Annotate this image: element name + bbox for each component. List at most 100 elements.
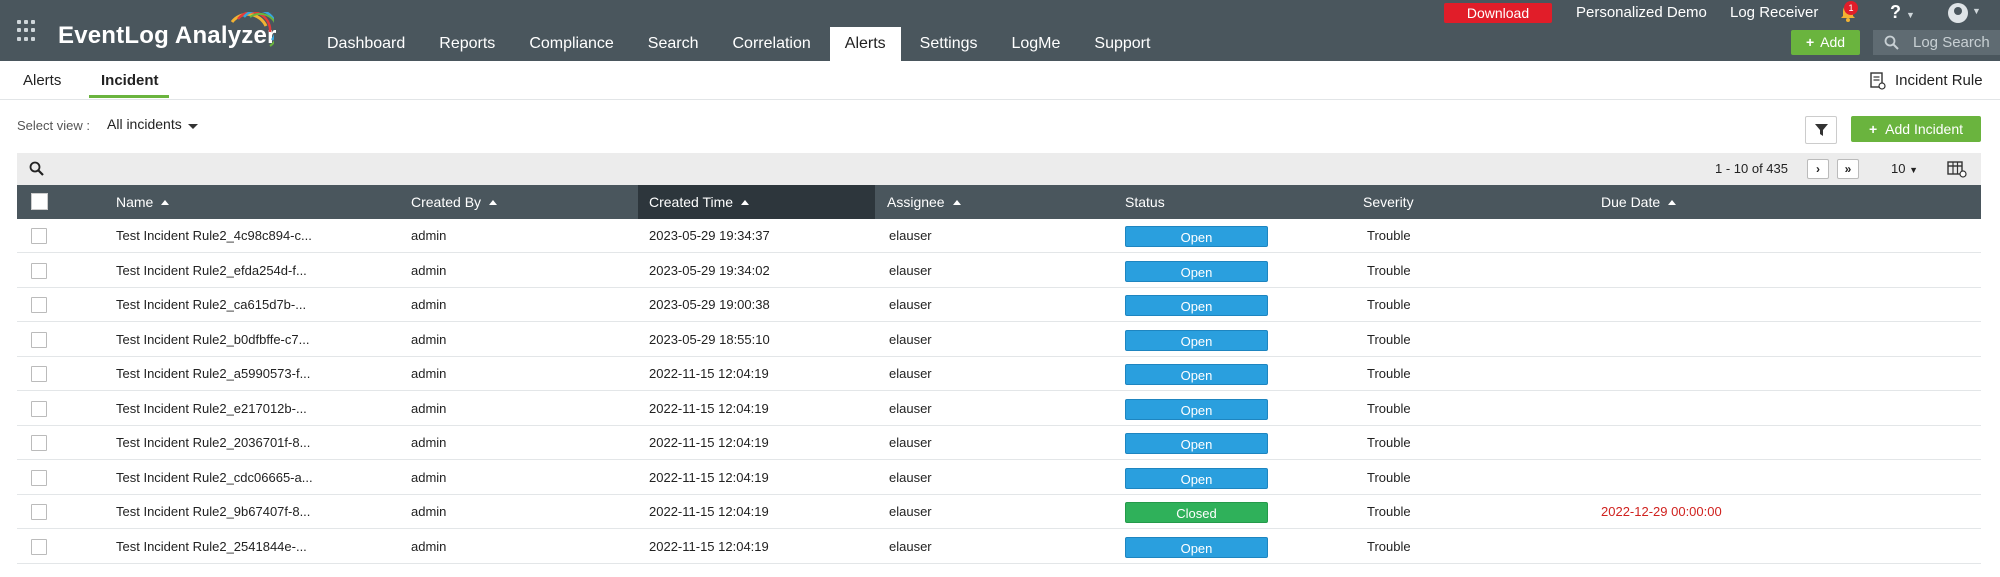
status-badge[interactable]: Open [1125,467,1268,489]
cell-name[interactable]: Test Incident Rule2_efda254d-f... [116,254,307,288]
nav-reports[interactable]: Reports [424,27,510,61]
row-checkbox[interactable] [31,469,47,486]
table-row[interactable]: Test Incident Rule2_2036701f-8... admin 20… [17,426,1981,460]
column-severity[interactable]: Severity [1363,185,1414,219]
row-checkbox[interactable] [31,504,47,520]
table-row[interactable]: Test Incident Rule2_ca615d7b-... admin 202… [17,288,1981,322]
filter-button[interactable] [1805,116,1837,144]
column-due-date-label: Due Date [1601,194,1661,210]
cell-created-time: 2022-11-15 12:04:19 [649,366,769,381]
user-avatar-icon[interactable] [1948,3,1968,23]
table-row[interactable]: Test Incident Rule2_b0dfbffe-c7... admin 2… [17,323,1981,357]
cell-name[interactable]: Test Incident Rule2_cdc06665-a... [116,461,313,495]
personalized-demo-link[interactable]: Personalized Demo [1576,3,1707,23]
nav-dashboard[interactable]: Dashboard [312,27,420,61]
row-checkbox[interactable] [31,435,47,451]
cell-name[interactable]: Test Incident Rule2_a5990573-f... [116,357,310,391]
cell-name[interactable]: Test Incident Rule2_2541844e-... [116,530,307,564]
view-select[interactable]: All incidents [107,116,182,132]
help-icon[interactable]: ? ▼ [1890,2,1915,23]
cell-name[interactable]: Test Incident Rule2_2036701f-8... [116,426,310,460]
chevron-down-icon[interactable] [188,124,198,129]
incident-rule-link[interactable]: Incident Rule [1895,72,1983,89]
row-checkbox[interactable] [31,331,47,348]
status-badge[interactable]: Open [1125,364,1268,385]
chevron-down-icon[interactable]: ▼ [1972,6,1981,16]
table-row[interactable]: Test Incident Rule2_cdc06665-a... admin 20… [17,461,1981,495]
table-row[interactable]: Test Incident Rule2_e217012b-... admin 202… [17,392,1981,426]
row-checkbox[interactable] [31,297,47,313]
nav-compliance[interactable]: Compliance [514,27,628,61]
add-button[interactable]: + Add [1791,30,1860,55]
cell-severity: Trouble [1367,366,1411,381]
per-page-select[interactable]: 10 ▼ [1891,161,1918,176]
tab-incident[interactable]: Incident [101,72,159,89]
cell-created-by: admin [411,297,447,312]
add-incident-label: Add Incident [1885,121,1964,137]
status-badge[interactable]: Closed [1125,502,1268,523]
status-badge[interactable]: Open [1125,260,1268,282]
cell-created-by: admin [411,504,447,519]
status-badge[interactable]: Open [1125,536,1268,558]
download-button[interactable]: Download [1444,3,1552,23]
app-grid-icon[interactable] [17,20,39,42]
tab-alerts[interactable]: Alerts [23,72,61,89]
log-receiver-link[interactable]: Log Receiver [1730,3,1818,23]
column-name[interactable]: Name [116,185,170,219]
column-chooser-icon[interactable] [1947,160,1967,178]
pagination-range: 1 - 10 of 435 [1715,161,1788,176]
status-badge[interactable]: Open [1125,433,1268,454]
cell-name[interactable]: Test Incident Rule2_9b67407f-8... [116,495,310,529]
column-due-date[interactable]: Due Date [1601,185,1677,219]
main-nav: Dashboard Reports Compliance Search Corr… [312,27,1169,61]
row-checkbox[interactable] [31,228,47,244]
row-checkbox[interactable] [31,400,47,417]
column-created-by[interactable]: Created By [411,185,498,219]
table-row[interactable]: Test Incident Rule2_2541844e-... admin 202… [17,530,1981,564]
table-row[interactable]: Test Incident Rule2_efda254d-f... admin 20… [17,254,1981,288]
row-checkbox[interactable] [31,366,47,382]
nav-logme[interactable]: LogMe [996,27,1075,61]
column-created-time[interactable]: Created Time [638,185,875,219]
cell-assignee: elauser [889,504,932,519]
table-row[interactable]: Test Incident Rule2_9b67407f-8... admin 20… [17,495,1981,529]
nav-support[interactable]: Support [1079,27,1165,61]
status-badge[interactable]: Open [1125,226,1268,247]
nav-search[interactable]: Search [633,27,714,61]
select-view-label: Select view : [17,118,90,133]
cell-assignee: elauser [889,366,932,381]
row-checkbox[interactable] [31,538,47,555]
column-status[interactable]: Status [1125,185,1165,219]
next-page-button[interactable]: › [1807,159,1829,179]
document-icon [1870,72,1886,90]
row-checkbox[interactable] [31,262,47,279]
add-incident-button[interactable]: + Add Incident [1851,116,1981,142]
nav-alerts[interactable]: Alerts [829,27,901,61]
search-icon[interactable] [29,161,45,177]
table-toolbar [17,153,1981,185]
nav-settings[interactable]: Settings [905,27,993,61]
help-label: ? [1890,2,1901,22]
status-badge[interactable]: Open [1125,398,1268,420]
logo-arc-icon [230,12,274,47]
cell-name[interactable]: Test Incident Rule2_ca615d7b-... [116,288,306,322]
search-icon [1884,35,1899,50]
cell-created-by: admin [411,331,447,347]
last-page-button[interactable]: » [1837,159,1859,179]
column-assignee[interactable]: Assignee [887,185,961,219]
cell-created-time: 2023-05-29 19:34:37 [649,228,770,243]
cell-assignee: elauser [889,400,932,416]
cell-name[interactable]: Test Incident Rule2_b0dfbffe-c7... [116,323,309,357]
cell-name[interactable]: Test Incident Rule2_4c98c894-c... [116,219,312,253]
sort-up-icon [161,200,170,205]
cell-created-time: 2023-05-29 19:34:02 [649,262,770,278]
table-row[interactable]: Test Incident Rule2_4c98c894-c... admin 20… [17,219,1981,253]
table-row[interactable]: Test Incident Rule2_a5990573-f... admin 20… [17,357,1981,391]
nav-correlation[interactable]: Correlation [718,27,826,61]
cell-assignee: elauser [889,297,932,312]
select-all-checkbox[interactable] [31,193,48,210]
status-badge[interactable]: Open [1125,329,1268,351]
cell-name[interactable]: Test Incident Rule2_e217012b-... [116,392,307,426]
status-badge[interactable]: Open [1125,295,1268,316]
cell-created-time: 2023-05-29 19:00:38 [649,297,770,312]
